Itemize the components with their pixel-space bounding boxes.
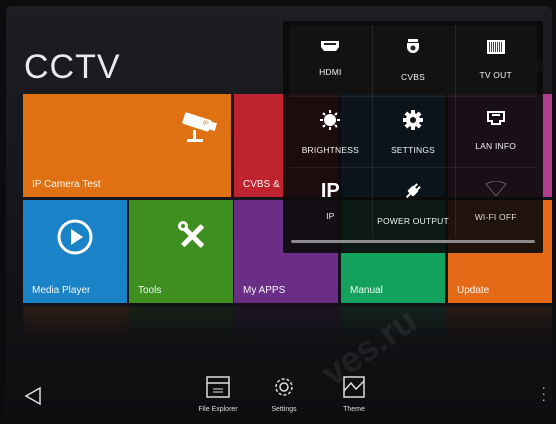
hdmi-icon (320, 39, 340, 57)
quick-cvbs-button[interactable]: CVBS (372, 25, 455, 96)
quick-settings-panel: HDMI CVBS TV OUT BRIGHTNESS SETTINGS LAN… (283, 21, 543, 253)
gear-icon (402, 110, 423, 135)
more-options-icon[interactable]: · · · (541, 380, 546, 406)
settings-label: Settings (271, 406, 297, 413)
power-plug-icon (403, 181, 423, 206)
theme-label: Theme (343, 406, 365, 413)
quick-power-output-button[interactable]: POWER OUTPUT (372, 167, 455, 238)
folder-icon (205, 376, 231, 403)
bottom-nav: File Explorer Settings Theme · · · (6, 372, 552, 418)
quick-ip-button[interactable]: IP IP (289, 167, 372, 238)
tv-out-icon (486, 39, 506, 60)
back-button[interactable] (24, 386, 42, 411)
page-title: CCTV (24, 48, 121, 86)
brightness-slider-bar[interactable] (291, 240, 535, 243)
theme-button[interactable]: Theme (330, 375, 378, 413)
brightness-icon (320, 110, 341, 135)
tile-manual-label: Manual (350, 285, 383, 296)
theme-icon (342, 376, 366, 403)
tile-update-label: Update (457, 285, 490, 296)
tile-tools[interactable]: Tools (129, 200, 233, 303)
tile-reflection (23, 306, 552, 340)
quick-lan-info-label: LAN INFO (475, 141, 517, 151)
quick-power-output-label: POWER OUTPUT (377, 216, 449, 226)
quick-hdmi-button[interactable]: HDMI (289, 25, 372, 96)
wifi-off-icon (484, 180, 507, 202)
quick-brightness-button[interactable]: BRIGHTNESS (289, 96, 372, 167)
ip-text-icon: IP (320, 180, 340, 202)
quick-settings-button[interactable]: SETTINGS (372, 96, 455, 167)
file-explorer-label: File Explorer (198, 406, 238, 413)
tile-media-player[interactable]: Media Player (23, 200, 127, 303)
quick-brightness-label: BRIGHTNESS (301, 145, 359, 155)
tile-media-player-label: Media Player (32, 285, 91, 296)
quick-hdmi-label: HDMI (319, 67, 342, 77)
tile-my-apps-label: My APPS (243, 285, 286, 296)
tile-tools-label: Tools (138, 285, 162, 296)
tile-cvbs-label: CVBS & (243, 179, 280, 190)
lan-port-icon (486, 110, 506, 131)
file-explorer-button[interactable]: File Explorer (194, 375, 242, 413)
ip-camera-icon: IP (179, 110, 223, 149)
quick-cvbs-label: CVBS (401, 72, 425, 82)
quick-settings-label: SETTINGS (390, 145, 436, 155)
quick-ip-label: IP (326, 211, 335, 221)
tools-icon (177, 220, 209, 257)
quick-lan-info-button[interactable]: LAN INFO (454, 96, 537, 167)
tile-ip-camera-test-label: IP Camera Test (32, 179, 101, 190)
play-icon (56, 218, 94, 261)
dome-camera-icon (405, 39, 421, 62)
tester-screen: CCTV 6 IP IP Camera Test CVBS & Media Pl… (6, 6, 552, 418)
quick-wifi-label: WI-FI OFF (474, 212, 517, 222)
quick-wifi-button[interactable]: WI-FI OFF (454, 167, 537, 238)
quick-settings-grid: HDMI CVBS TV OUT BRIGHTNESS SETTINGS LAN… (289, 25, 537, 238)
tile-ip-camera-test[interactable]: IP IP Camera Test (23, 94, 231, 197)
settings-button[interactable]: Settings (260, 375, 308, 413)
quick-tv-out-button[interactable]: TV OUT (454, 25, 537, 96)
gear-icon (272, 378, 296, 403)
quick-tv-out-label: TV OUT (479, 70, 512, 80)
